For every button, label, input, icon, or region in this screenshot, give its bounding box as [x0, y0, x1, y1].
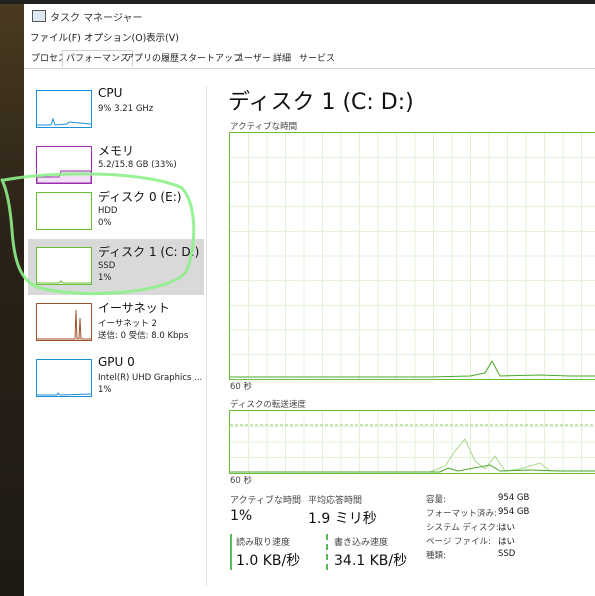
transfer-rate-graph-label: ディスクの転送速度 — [230, 400, 306, 410]
response-time-stat-value: 1.9 ミリ秒 — [308, 511, 377, 527]
write-speed-indicator — [326, 534, 328, 570]
active-time-graph — [229, 132, 595, 380]
active-time-stat-label: アクティブな時間 — [230, 496, 302, 506]
sidebar-item-title: ディスク 1 (C: D:) — [98, 245, 200, 259]
disk1-thumbnail-graph — [36, 247, 92, 285]
read-speed-indicator — [230, 534, 232, 570]
menu-bar: ファイル(F) オプション(O) 表示(V) — [24, 28, 595, 44]
transfer-rate-graph-canvas — [230, 411, 595, 473]
menu-view[interactable]: 表示(V) — [146, 30, 179, 44]
read-speed-stat-label: 読み取り速度 — [236, 538, 291, 548]
page-file-value: はい — [498, 537, 516, 547]
ethernet-thumbnail-graph — [36, 303, 92, 341]
capacity-label: 容量: — [426, 495, 446, 505]
response-time-stat-label: 平均応答時間 — [308, 496, 363, 506]
title-bar[interactable]: タスク マネージャー — [24, 4, 595, 26]
tab-app-history[interactable]: アプリの履歴 — [121, 50, 183, 67]
sidebar-item-gpu[interactable]: GPU 0 Intel(R) UHD Graphics ... 1% — [28, 351, 204, 407]
tab-details[interactable]: 詳細 — [269, 50, 295, 67]
window-title: タスク マネージャー — [50, 13, 143, 24]
cpu-thumbnail-graph — [36, 90, 92, 128]
sidebar-item-detail: SSD — [98, 261, 116, 271]
memory-thumbnail-graph — [36, 146, 92, 184]
sidebar-item-detail: イーサネット 2 — [98, 319, 157, 329]
disk0-thumbnail-graph — [36, 192, 92, 230]
panel-divider[interactable] — [206, 86, 207, 586]
page-title: ディスク 1 (C: D:) — [228, 90, 414, 115]
write-speed-stat-label: 書き込み速度 — [334, 538, 389, 548]
sidebar-item-detail: 5.2/15.8 GB (33%) — [98, 160, 177, 170]
task-manager-icon — [32, 10, 46, 22]
sidebar-item-detail: HDD — [98, 206, 118, 216]
write-speed-stat-value: 34.1 KB/秒 — [334, 553, 408, 569]
sidebar-item-title: イーサネット — [98, 301, 170, 315]
system-disk-label: システム ディスク: — [426, 523, 499, 533]
active-time-graph-label: アクティブな時間 — [230, 122, 298, 132]
disk-type-value: SSD — [498, 549, 516, 559]
menu-options[interactable]: オプション(O) — [84, 30, 146, 44]
tab-services[interactable]: サービス — [295, 50, 339, 67]
active-time-stat-value: 1% — [230, 508, 253, 524]
gpu-thumbnail-graph — [36, 359, 92, 397]
sidebar-item-title: メモリ — [98, 144, 135, 158]
sidebar-item-title: ディスク 0 (E:) — [98, 190, 182, 204]
formatted-label: フォーマット済み: — [426, 509, 497, 519]
performance-sidebar: CPU 9% 3.21 GHz メモリ 5.2/15.8 GB (33%) ディ… — [24, 76, 206, 596]
transfer-rate-graph-time: 60 秒 — [230, 476, 253, 486]
capacity-value: 954 GB — [498, 493, 530, 503]
sidebar-item-detail: Intel(R) UHD Graphics ... — [98, 373, 203, 383]
sidebar-item-throughput: 送信: 0 受信: 8.0 Kbps — [98, 331, 189, 341]
sidebar-item-usage: 0% — [98, 218, 112, 228]
disk-type-label: 種類: — [426, 551, 446, 561]
sidebar-item-disk1[interactable]: ディスク 1 (C: D:) SSD 1% — [28, 239, 204, 295]
sidebar-item-disk0[interactable]: ディスク 0 (E:) HDD 0% — [28, 184, 204, 240]
sidebar-item-detail: 9% 3.21 GHz — [98, 104, 154, 114]
sidebar-item-title: CPU — [98, 86, 123, 100]
active-time-graph-time: 60 秒 — [230, 382, 253, 392]
transfer-rate-graph — [229, 410, 595, 474]
read-speed-stat-value: 1.0 KB/秒 — [236, 553, 301, 569]
sidebar-item-usage: 1% — [98, 273, 112, 283]
menu-file[interactable]: ファイル(F) — [30, 30, 81, 44]
sidebar-item-usage: 1% — [98, 385, 112, 395]
page-file-label: ページ ファイル: — [426, 537, 491, 547]
system-disk-value: はい — [498, 523, 516, 533]
desktop-background — [0, 0, 24, 596]
sidebar-item-cpu[interactable]: CPU 9% 3.21 GHz — [28, 82, 204, 138]
sidebar-item-title: GPU 0 — [98, 355, 135, 369]
tab-bar: プロセス パフォーマンス アプリの履歴 スタートアップ ユーザー 詳細 サービス — [24, 48, 595, 69]
task-manager-window: タスク マネージャー ファイル(F) オプション(O) 表示(V) プロセス パ… — [24, 4, 595, 596]
formatted-value: 954 GB — [498, 507, 530, 517]
sidebar-item-ethernet[interactable]: イーサネット イーサネット 2 送信: 0 受信: 8.0 Kbps — [28, 295, 204, 351]
active-time-graph-canvas — [230, 133, 595, 379]
